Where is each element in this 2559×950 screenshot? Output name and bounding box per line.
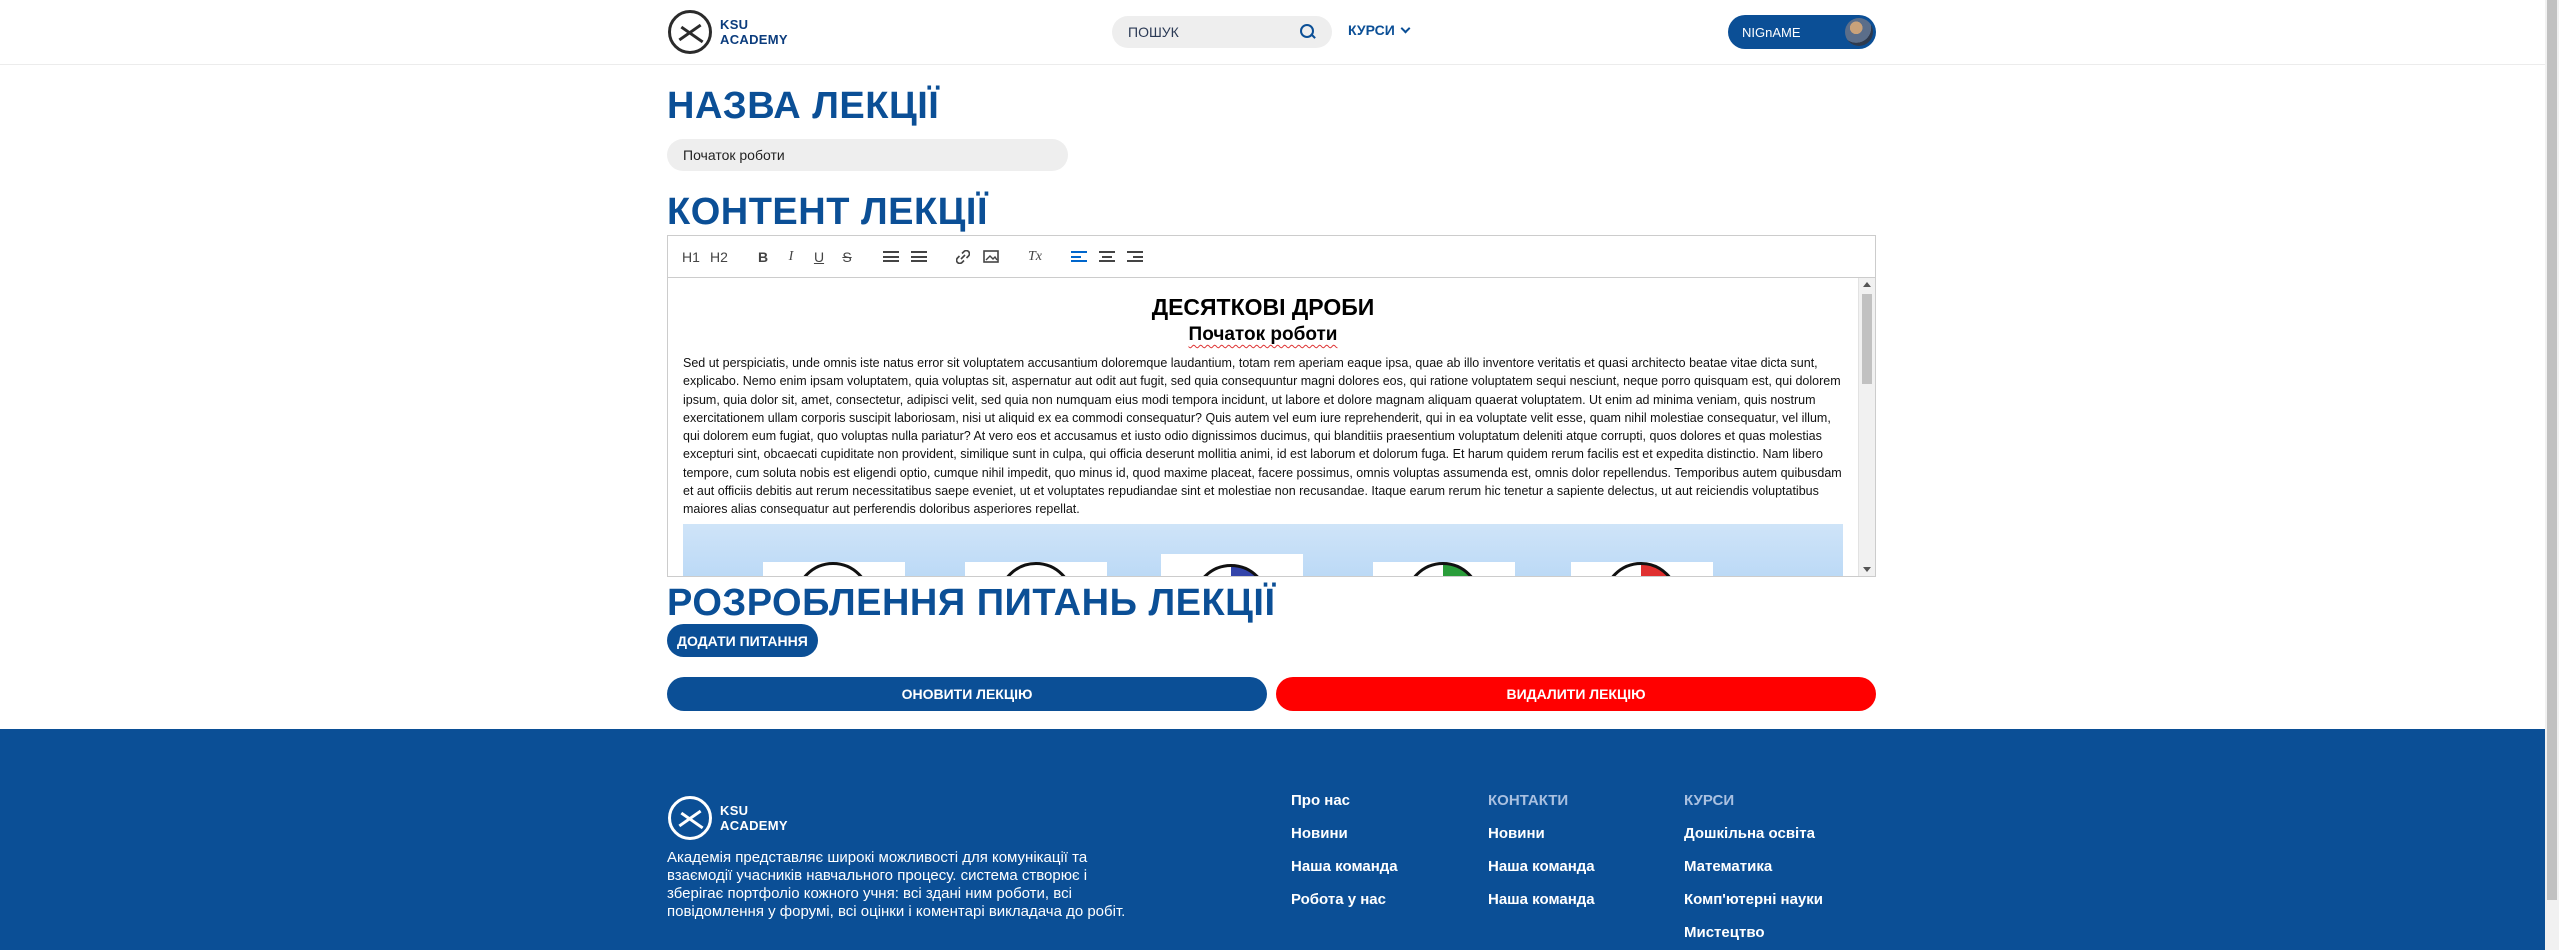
italic-label: I — [788, 248, 794, 264]
footer-link-team[interactable]: Наша команда — [1291, 857, 1398, 877]
content-paragraph: Sed ut perspiciatis, unde omnis iste nat… — [683, 356, 1842, 517]
footer-link-careers[interactable]: Робота у нас — [1291, 890, 1398, 910]
top-header: KSU ACADEMY ПОШУК КУРСИ NIGnAME — [0, 0, 2545, 65]
footer-logo[interactable]: KSU ACADEMY — [668, 796, 788, 840]
clear-format-button[interactable]: Tx — [1024, 246, 1046, 268]
footer-about-text: Академія представляє широкі можливості д… — [667, 849, 1126, 920]
user-name: NIGnAME — [1742, 24, 1801, 40]
clear-format-label: Tx — [1028, 248, 1042, 264]
strike-label: S — [842, 248, 852, 265]
content-subtitle: Початок роботи — [1188, 324, 1338, 345]
update-lecture-button[interactable]: ОНОВИТИ ЛЕКЦІЮ — [667, 677, 1267, 711]
academy-emblem-icon — [668, 796, 712, 840]
lecture-name-heading: НАЗВА ЛЕКЦІЇ — [667, 85, 940, 127]
courses-label: КУРСИ — [1348, 22, 1395, 38]
scroll-up-icon[interactable] — [1863, 282, 1871, 287]
logo-line-1: KSU — [720, 17, 749, 32]
footer-link-preschool[interactable]: Дошкільна освіта — [1684, 824, 1823, 844]
footer-link-about[interactable]: Про нас — [1291, 791, 1398, 811]
heading-1-label: H1 — [682, 248, 700, 265]
editor-toolbar: H1 H2 B I U S Tx — [668, 236, 1875, 278]
logo[interactable]: KSU ACADEMY — [668, 10, 788, 54]
footer-column-contacts: КОНТАКТИ Новини Наша команда Наша команд… — [1488, 791, 1595, 910]
avatar — [1845, 18, 1873, 46]
chevron-down-icon — [1400, 23, 1411, 33]
footer-link-cs[interactable]: Комп'ютерні науки — [1684, 890, 1823, 910]
underline-button[interactable]: U — [808, 246, 830, 268]
footer-link-news[interactable]: Новини — [1488, 824, 1595, 844]
footer: KSU ACADEMY Академія представляє широкі … — [0, 729, 2545, 950]
page-scrollbar[interactable] — [2545, 0, 2559, 950]
search-input[interactable]: ПОШУК — [1112, 16, 1332, 48]
questions-heading: РОЗРОБЛЕННЯ ПИТАНЬ ЛЕКЦІЇ — [667, 582, 1276, 624]
footer-link-math[interactable]: Математика — [1684, 857, 1823, 877]
user-menu-button[interactable]: NIGnAME — [1728, 15, 1876, 49]
footer-courses-title: КУРСИ — [1684, 792, 1735, 809]
footer-contacts-title: КОНТАКТИ — [1488, 792, 1569, 809]
footer-link-team[interactable]: Наша команда — [1488, 890, 1595, 910]
delete-lecture-button[interactable]: ВИДАЛИТИ ЛЕКЦІЮ — [1276, 677, 1876, 711]
heading-2-button[interactable]: H2 — [708, 246, 730, 268]
rich-text-editor[interactable]: H1 H2 B I U S Tx ДЕСЯТКОВІ ДРОБИ Початок… — [667, 235, 1876, 577]
academy-emblem-icon — [668, 10, 712, 54]
italic-button[interactable]: I — [780, 246, 802, 268]
lecture-content-heading: КОНТЕНТ ЛЕКЦІЇ — [667, 191, 988, 233]
footer-link-art[interactable]: Мистецтво — [1684, 923, 1823, 943]
underline-label: U — [813, 248, 825, 265]
align-center-icon[interactable] — [1096, 246, 1118, 268]
footer-logo-line-2: ACADEMY — [720, 818, 788, 833]
lecture-name-input[interactable]: Початок роботи — [667, 139, 1068, 171]
image-icon[interactable] — [980, 246, 1002, 268]
scroll-down-icon[interactable] — [1863, 567, 1871, 572]
strike-button[interactable]: S — [836, 246, 858, 268]
editor-content[interactable]: ДЕСЯТКОВІ ДРОБИ Початок роботи Sed ut pe… — [668, 278, 1859, 576]
editor-scrollbar[interactable] — [1858, 278, 1875, 576]
bullet-list-icon[interactable] — [908, 246, 930, 268]
heading-2-label: H2 — [710, 248, 728, 265]
page-scroll-thumb[interactable] — [2547, 0, 2557, 900]
courses-dropdown[interactable]: КУРСИ — [1348, 22, 1411, 38]
footer-link-team[interactable]: Наша команда — [1488, 857, 1595, 877]
logo-text: KSU ACADEMY — [720, 17, 788, 47]
bold-button[interactable]: B — [752, 246, 774, 268]
footer-link-news[interactable]: Новини — [1291, 824, 1398, 844]
content-image — [683, 523, 1843, 576]
footer-column-courses: КУРСИ Дошкільна освіта Математика Комп'ю… — [1684, 791, 1823, 943]
ordered-list-icon[interactable] — [880, 246, 902, 268]
align-left-icon[interactable] — [1068, 246, 1090, 268]
footer-logo-line-1: KSU — [720, 803, 749, 818]
page: KSU ACADEMY ПОШУК КУРСИ NIGnAME НАЗВА ЛЕ… — [0, 0, 2559, 950]
search-placeholder: ПОШУК — [1128, 24, 1179, 40]
align-right-icon[interactable] — [1124, 246, 1146, 268]
search-icon[interactable] — [1300, 24, 1316, 40]
bold-label: B — [757, 248, 769, 265]
footer-logo-text: KSU ACADEMY — [720, 803, 788, 833]
logo-line-2: ACADEMY — [720, 32, 788, 47]
link-icon[interactable] — [952, 246, 974, 268]
content-title: ДЕСЯТКОВІ ДРОБИ — [1151, 294, 1375, 320]
footer-column-about: Про нас Новини Наша команда Робота у нас — [1291, 791, 1398, 910]
scroll-thumb[interactable] — [1862, 294, 1872, 384]
heading-1-button[interactable]: H1 — [680, 246, 702, 268]
add-question-button[interactable]: ДОДАТИ ПИТАННЯ — [667, 624, 818, 657]
